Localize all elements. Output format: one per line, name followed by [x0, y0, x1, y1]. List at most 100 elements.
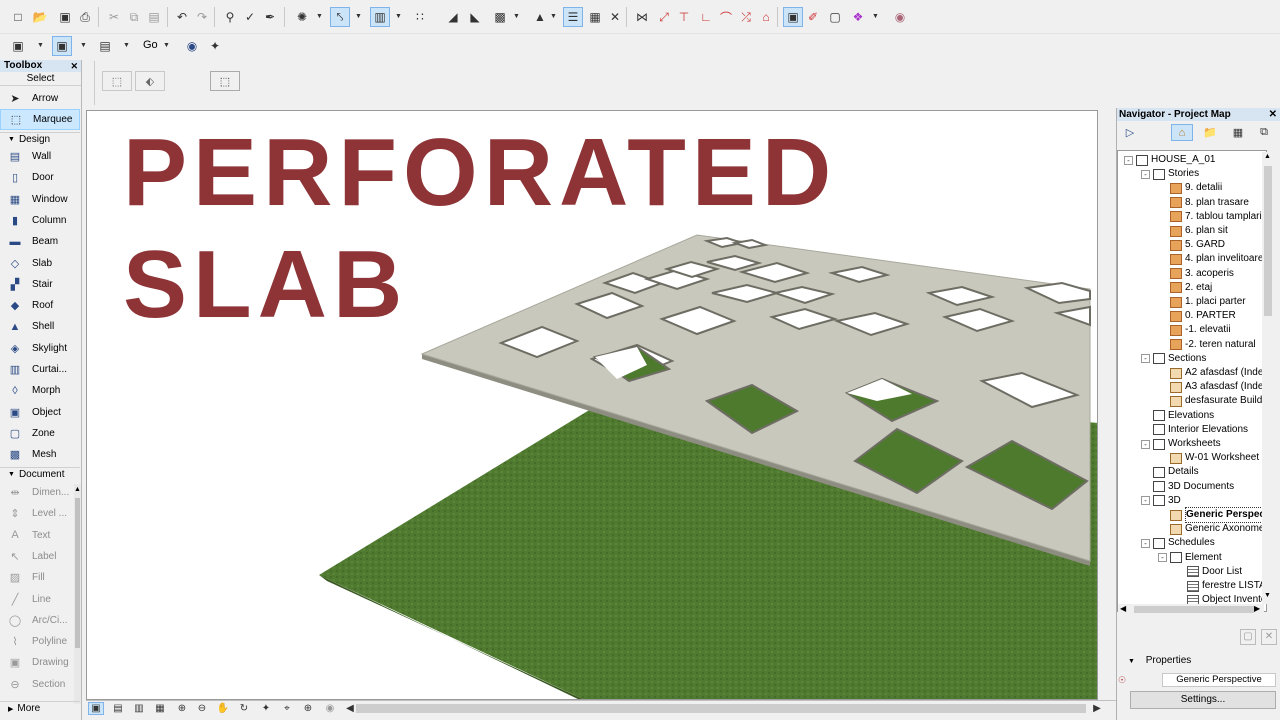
navigator-menu-icon[interactable]: ▷: [1119, 124, 1141, 141]
tool-slab[interactable]: ◇ Slab: [0, 253, 80, 274]
tree-item[interactable]: Generic Perspective: [1158, 507, 1266, 523]
tab-publisher-icon[interactable]: ⧉: [1253, 124, 1275, 141]
tool-marquee[interactable]: ⬚ Marquee: [0, 109, 80, 130]
tool-column[interactable]: ▮ Column: [0, 210, 80, 231]
intersect-icon[interactable]: ∟: [696, 7, 716, 27]
measure-icon[interactable]: ▦: [585, 7, 605, 27]
scrollbar-thumb[interactable]: [1134, 606, 1254, 613]
explore-icon[interactable]: ✦: [258, 702, 274, 715]
project-map-tree[interactable]: - HOUSE_A_01- Stories 9. detalii 8. plan tra…: [1117, 150, 1267, 612]
mirror-icon[interactable]: ⋈: [632, 7, 652, 27]
tree-item[interactable]: - Schedules: [1141, 536, 1215, 550]
chevron-down-icon[interactable]: ▼: [163, 42, 170, 49]
tool-section[interactable]: ⊖ Section: [0, 674, 80, 695]
group-icon[interactable]: ▩: [490, 7, 510, 27]
tool-label[interactable]: ↖ Label: [0, 546, 80, 567]
chevron-down-icon[interactable]: ▼: [355, 13, 362, 20]
tree-item[interactable]: - Worksheets: [1141, 437, 1221, 451]
undo-icon[interactable]: ↶: [172, 7, 192, 27]
zoom-out-icon[interactable]: ⊖: [194, 702, 210, 715]
tree-item[interactable]: - Stories: [1141, 167, 1199, 181]
tree-item[interactable]: Generic Axonometry: [1158, 522, 1266, 536]
guide-line-icon[interactable]: ⤣: [330, 7, 350, 27]
tool-door[interactable]: ▯ Door: [0, 167, 80, 188]
tree-item[interactable]: Interior Elevations: [1141, 423, 1248, 437]
copy-icon[interactable]: ⧉: [124, 7, 144, 27]
surface-icon[interactable]: ◣: [465, 7, 485, 27]
close-icon[interactable]: ✕: [70, 60, 78, 72]
properties-header[interactable]: ▼ Properties: [1128, 655, 1191, 666]
tree-item[interactable]: 7. tablou tamplarie: [1158, 210, 1266, 224]
tool-level-dimension[interactable]: ⇕ Level ...: [0, 503, 80, 524]
tree-item[interactable]: A3 afasdasf (Independent): [1158, 380, 1266, 394]
find-select-icon[interactable]: ⚲: [220, 7, 240, 27]
chevron-down-icon[interactable]: ▼: [80, 42, 87, 49]
teamwork-icon[interactable]: ◉: [890, 7, 910, 27]
toolbox-scrollbar[interactable]: ▲: [74, 484, 81, 704]
collapse-toggle-icon[interactable]: -: [1158, 553, 1167, 563]
chevron-down-icon[interactable]: ▼: [37, 42, 44, 49]
cut-icon[interactable]: ✂: [104, 7, 124, 27]
offset-icon[interactable]: ⤮: [736, 7, 756, 27]
fillet-icon[interactable]: ⌒: [716, 7, 736, 27]
render-icon[interactable]: ❖: [848, 7, 868, 27]
tool-stair[interactable]: ▞ Stair: [0, 274, 80, 295]
info-box-handle[interactable]: [85, 61, 95, 105]
adjust-icon[interactable]: ⊤: [674, 7, 694, 27]
collapse-toggle-icon[interactable]: -: [1141, 354, 1150, 364]
tab-view-map-icon[interactable]: 📁: [1199, 124, 1221, 141]
tree-item[interactable]: 2. etaj: [1158, 281, 1212, 295]
new-view-icon[interactable]: ▢: [1240, 629, 1256, 645]
box-3d-icon[interactable]: ▢: [825, 7, 845, 27]
roof-trim-icon[interactable]: ⌂: [756, 7, 776, 27]
tree-vertical-scrollbar[interactable]: ▲ ▼: [1262, 152, 1274, 604]
tool-shell[interactable]: ▲ Shell: [0, 316, 80, 337]
scrollbar-thumb[interactable]: [75, 498, 80, 648]
tool-roof[interactable]: ◆ Roof: [0, 295, 80, 316]
tool-mesh[interactable]: ▩ Mesh: [0, 444, 80, 465]
save-icon[interactable]: ▣: [55, 7, 75, 27]
horizontal-scrollbar[interactable]: [356, 704, 1086, 713]
tree-item[interactable]: 3D Documents: [1141, 480, 1234, 494]
view-icon[interactable]: ▣: [8, 36, 28, 56]
tool-polyline[interactable]: ⌇ Polyline: [0, 631, 80, 652]
scroll-right-icon[interactable]: ▶: [1089, 702, 1105, 715]
print-icon[interactable]: ⎙: [75, 7, 95, 27]
globe-icon[interactable]: ◉: [182, 36, 202, 56]
chevron-down-icon[interactable]: ▼: [872, 13, 879, 20]
tab-project-map-icon[interactable]: ⌂: [1171, 124, 1193, 141]
fit-window-icon[interactable]: ▣: [88, 702, 104, 715]
new-file-icon[interactable]: □: [8, 7, 28, 27]
settings-button[interactable]: Settings...: [1130, 691, 1276, 709]
tool-window[interactable]: ▦ Window: [0, 189, 80, 210]
delete-icon[interactable]: ✕: [1261, 629, 1277, 645]
tool-beam[interactable]: ▬ Beam: [0, 231, 80, 252]
tab-layout-book-icon[interactable]: ▦: [1227, 124, 1249, 141]
scroll-down-icon[interactable]: ▼: [1264, 592, 1271, 599]
3d-viewport[interactable]: PERFORATED SLAB: [86, 110, 1098, 700]
collapse-toggle-icon[interactable]: -: [1141, 538, 1150, 548]
tool-object[interactable]: ▣ Object: [0, 402, 80, 423]
go-button[interactable]: Go: [143, 39, 158, 51]
snap-guides-icon[interactable]: ▥: [370, 7, 390, 27]
tree-item[interactable]: 0. PARTER: [1158, 309, 1236, 323]
tool-zone[interactable]: ▢ Zone: [0, 423, 80, 444]
chevron-down-icon[interactable]: ▼: [550, 13, 557, 20]
tree-item[interactable]: desfasurate Building: [1158, 394, 1266, 408]
3d-window-icon[interactable]: ▣: [52, 36, 72, 56]
paste-icon[interactable]: ▤: [144, 7, 164, 27]
plane-icon[interactable]: ◢: [443, 7, 463, 27]
tree-item[interactable]: Door List: [1175, 565, 1242, 579]
redo-icon[interactable]: ↷: [192, 7, 212, 27]
walk-icon[interactable]: ✦: [205, 36, 225, 56]
syringe-icon[interactable]: ✒: [260, 7, 280, 27]
section-plane-icon[interactable]: ☰: [563, 7, 583, 27]
solid-operations-icon[interactable]: ▣: [783, 7, 803, 27]
tool-fill[interactable]: ▨ Fill: [0, 567, 80, 588]
tool-arrow[interactable]: ➤ Arrow: [0, 88, 80, 109]
tree-item[interactable]: A2 afasdasf (Independent): [1158, 366, 1266, 380]
layout-icon[interactable]: ▤: [95, 36, 115, 56]
tree-item[interactable]: 4. plan invelitoare: [1158, 252, 1263, 266]
tool-text[interactable]: A Text: [0, 525, 80, 546]
tree-item[interactable]: - Element: [1158, 551, 1222, 565]
